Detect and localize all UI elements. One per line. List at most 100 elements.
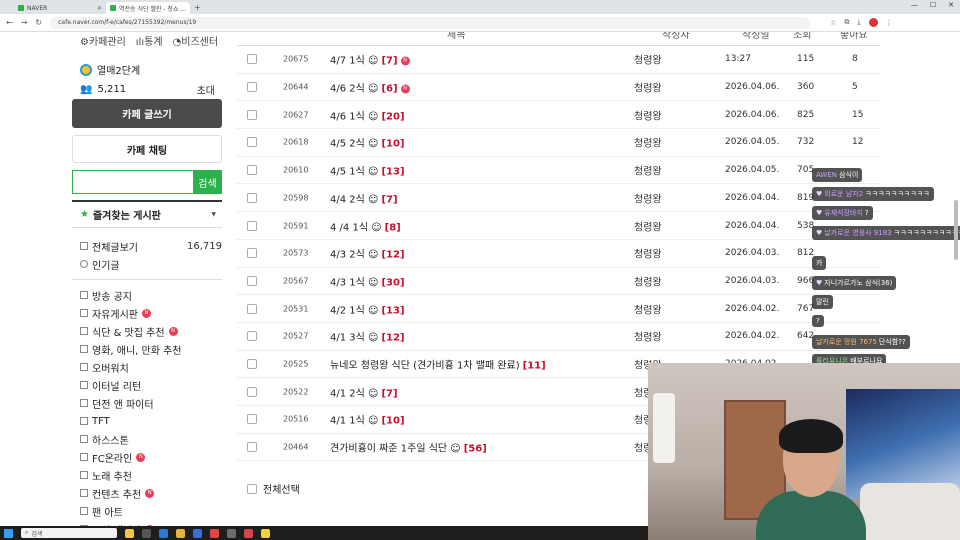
row-checkbox[interactable] xyxy=(247,248,257,259)
back-icon[interactable]: ← xyxy=(6,18,13,27)
row-checkbox[interactable] xyxy=(247,331,257,342)
biz-center-link[interactable]: ◔비즈센터 xyxy=(173,33,219,48)
download-icon[interactable]: ⤓ xyxy=(857,18,860,27)
store-icon[interactable] xyxy=(193,528,202,538)
task-view-icon[interactable] xyxy=(142,528,151,538)
cafe-chat-button[interactable]: 카페 채팅 xyxy=(72,135,222,163)
row-checkbox[interactable] xyxy=(247,165,257,176)
post-author[interactable]: 청령왕 xyxy=(634,163,662,178)
chrome-icon[interactable] xyxy=(210,528,219,538)
windows-start-icon[interactable] xyxy=(4,528,13,538)
sidebar-item-board[interactable]: 던전 앤 파이터 xyxy=(80,394,222,412)
post-author[interactable]: 청령왕 xyxy=(634,190,662,205)
post-author[interactable]: 청령왕 xyxy=(634,218,662,233)
sidebar-item-board[interactable]: 노래 추천 xyxy=(80,466,222,484)
file-explorer-icon[interactable] xyxy=(176,528,185,538)
stats-link[interactable]: ılı통계 xyxy=(136,33,163,48)
cafe-write-button[interactable]: 카페 글쓰기 xyxy=(72,99,222,128)
weather-icon[interactable] xyxy=(125,528,134,538)
row-checkbox[interactable] xyxy=(247,192,257,203)
menu-icon[interactable]: ⋮ xyxy=(886,19,893,27)
select-all[interactable]: 전체선택 xyxy=(247,481,300,496)
chevron-down-icon[interactable]: ▼ xyxy=(211,211,216,218)
close-icon[interactable]: ✕ xyxy=(189,5,190,12)
new-tab-icon[interactable]: + xyxy=(194,2,201,14)
reload-icon[interactable]: ↻ xyxy=(35,18,42,27)
row-checkbox[interactable] xyxy=(247,54,257,65)
post-title-link[interactable]: 4/5 1식 ☺ [13] xyxy=(330,163,405,178)
post-author[interactable]: 청령왕 xyxy=(634,107,662,122)
comment-count[interactable]: [10] xyxy=(381,139,404,150)
comment-count[interactable]: [56] xyxy=(464,444,487,455)
profile-avatar[interactable] xyxy=(868,18,878,27)
sidebar-item-board[interactable]: 방송 공지 xyxy=(80,286,222,304)
row-checkbox[interactable] xyxy=(247,303,257,314)
row-checkbox[interactable] xyxy=(247,359,257,370)
post-title-link[interactable]: 4/1 2식 ☺ [7] xyxy=(330,384,398,399)
post-title-link[interactable]: 4/5 2식 ☺ [10] xyxy=(330,135,405,150)
maximize-icon[interactable]: ☐ xyxy=(930,1,936,9)
row-checkbox[interactable] xyxy=(247,386,257,397)
post-title-link[interactable]: 4/1 3식 ☺ [12] xyxy=(330,329,405,344)
sidebar-item-board[interactable]: 컨텐츠 추천 N xyxy=(80,484,222,502)
sidebar-item-board[interactable]: 영화, 애니, 만화 추천 xyxy=(80,340,222,358)
invite-link[interactable]: 초대 xyxy=(197,82,215,97)
post-title-link[interactable]: 4 /4 1식 ☺ [8] xyxy=(330,218,401,233)
post-title-link[interactable]: 4/7 1식 ☺ [7] N xyxy=(330,52,410,67)
minimize-icon[interactable]: — xyxy=(911,1,918,9)
sidebar-item-board[interactable]: 이터널 리턴 xyxy=(80,376,222,394)
row-checkbox[interactable] xyxy=(247,442,257,453)
select-all-checkbox[interactable] xyxy=(247,483,257,494)
taskbar-search[interactable]: ⌕ 검색 xyxy=(21,528,117,538)
row-checkbox[interactable] xyxy=(247,275,257,286)
comment-count[interactable]: [10] xyxy=(381,416,404,427)
comment-count[interactable]: [11] xyxy=(523,361,546,372)
comment-count[interactable]: [13] xyxy=(381,167,404,178)
comment-count[interactable]: [12] xyxy=(381,333,404,344)
star-icon[interactable]: ☆ xyxy=(830,19,836,27)
cafe-search-button[interactable]: 검색 xyxy=(193,170,222,194)
post-title-link[interactable]: 4/4 2식 ☺ [7] xyxy=(330,190,398,205)
post-author[interactable]: 청령왕 xyxy=(634,80,662,95)
sidebar-item-board[interactable]: 오버워치 xyxy=(80,358,222,376)
app-icon[interactable] xyxy=(244,528,253,538)
url-input[interactable]: cafe.naver.com/f-e/cafes/27155392/menus/… xyxy=(50,16,811,29)
forward-icon[interactable]: → xyxy=(21,18,28,27)
row-checkbox[interactable] xyxy=(247,137,257,148)
close-icon[interactable]: ✕ xyxy=(97,5,102,12)
comment-count[interactable]: [6] xyxy=(381,84,397,95)
cafe-manage-link[interactable]: ⚙카페관리 xyxy=(80,33,126,48)
comment-count[interactable]: [30] xyxy=(381,277,404,288)
post-author[interactable]: 청령왕 xyxy=(634,301,662,316)
post-author[interactable]: 청령왕 xyxy=(634,135,662,150)
edge-icon[interactable] xyxy=(159,528,168,538)
post-title-link[interactable]: 4/3 1식 ☺ [30] xyxy=(330,273,405,288)
sidebar-item-board[interactable]: 자유게시판 N xyxy=(80,304,222,322)
post-author[interactable]: 청령왕 xyxy=(634,52,662,67)
browser-tab-1[interactable]: 역전승 식단 챌린 - 청쇼 ... ✕ xyxy=(106,2,190,14)
comment-count[interactable]: [12] xyxy=(381,250,404,261)
post-author[interactable]: 청령왕 xyxy=(634,273,662,288)
comment-count[interactable]: [7] xyxy=(381,194,397,205)
sidebar-item-board[interactable]: TFT xyxy=(80,412,222,430)
kakaotalk-icon[interactable] xyxy=(261,528,270,538)
extension-icon[interactable]: ⧉ xyxy=(844,18,849,27)
app-icon[interactable] xyxy=(227,528,236,538)
post-title-link[interactable]: 뉴네오 청령왕 식단 (견가비흉 1차 밸패 완료) [11] xyxy=(330,357,546,372)
favorite-boards-header[interactable]: ★ 즐겨찾는 게시판 ▼ xyxy=(72,200,222,228)
post-author[interactable]: 청령왕 xyxy=(634,246,662,261)
post-title-link[interactable]: 4/6 2식 ☺ [6] N xyxy=(330,80,410,95)
comment-count[interactable]: [13] xyxy=(381,305,404,316)
post-title-link[interactable]: 4/6 1식 ☺ [20] xyxy=(330,107,405,122)
row-checkbox[interactable] xyxy=(247,220,257,231)
row-checkbox[interactable] xyxy=(247,414,257,425)
comment-count[interactable]: [8] xyxy=(385,222,401,233)
cafe-search-input[interactable] xyxy=(72,170,193,194)
sidebar-item-board[interactable]: FC온라인 N xyxy=(80,448,222,466)
row-checkbox[interactable] xyxy=(247,82,257,93)
post-title-link[interactable]: 4/1 1식 ☺ [10] xyxy=(330,412,405,427)
comment-count[interactable]: [7] xyxy=(381,388,397,399)
page-scrollbar[interactable] xyxy=(954,200,958,260)
comment-count[interactable]: [20] xyxy=(381,111,404,122)
sidebar-item-board[interactable]: 식단 & 맛집 추천 N xyxy=(80,322,222,340)
